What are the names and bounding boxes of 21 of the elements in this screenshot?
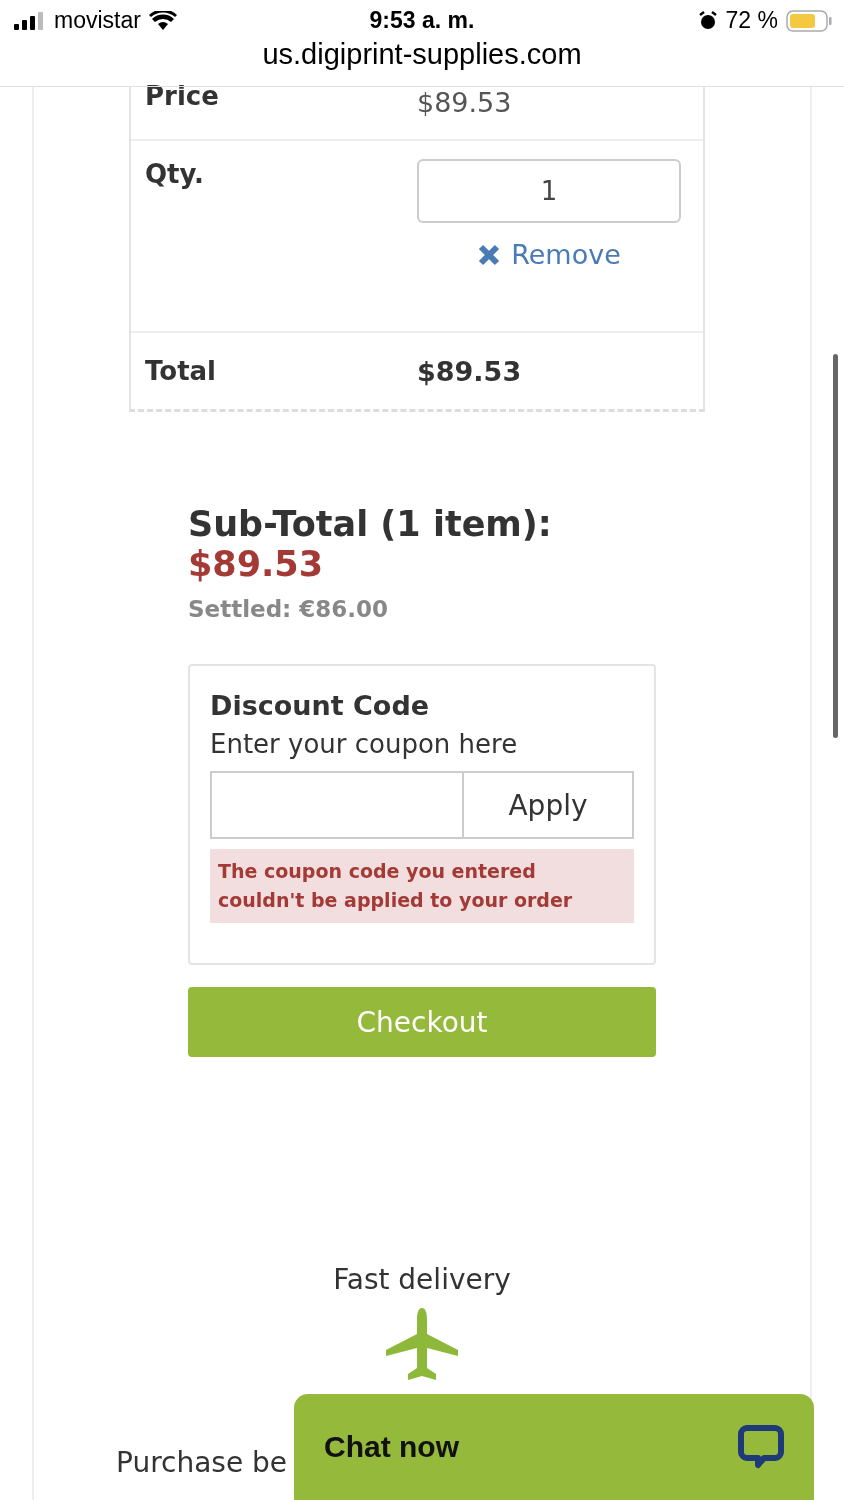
- row-label: Qty.: [145, 159, 205, 191]
- discount-subtitle: Enter your coupon here: [210, 729, 519, 759]
- remove-link[interactable]: Remove: [477, 239, 621, 270]
- apply-button[interactable]: Apply: [464, 771, 634, 839]
- battery-percent: 72 %: [725, 7, 778, 34]
- chat-button[interactable]: Chat now: [294, 1394, 814, 1500]
- subtotal-heading: Sub-Total (1 item):: [188, 504, 553, 544]
- error-message: The coupon code you entered couldn't be applied to your order: [210, 849, 634, 923]
- row-label: Total: [145, 356, 218, 386]
- url-text[interactable]: us.digiprint-supplies.com: [232, 38, 612, 71]
- subtotal-amount: $89.53: [188, 544, 325, 584]
- discount-title: Discount Code: [210, 690, 431, 721]
- delivery-text: Purchase be: [116, 1446, 288, 1479]
- price-value: $89.53: [417, 87, 512, 120]
- delivery-title: Fast delivery: [333, 1263, 511, 1296]
- row-label: Price: [145, 81, 220, 113]
- carrier-name: movistar: [54, 7, 141, 34]
- clock-time: 9:53 a. m.: [368, 7, 476, 34]
- quantity-field[interactable]: 1: [417, 159, 681, 223]
- settled-amount: Settled: €86.00: [188, 596, 390, 622]
- total-value: $89.53: [417, 355, 522, 387]
